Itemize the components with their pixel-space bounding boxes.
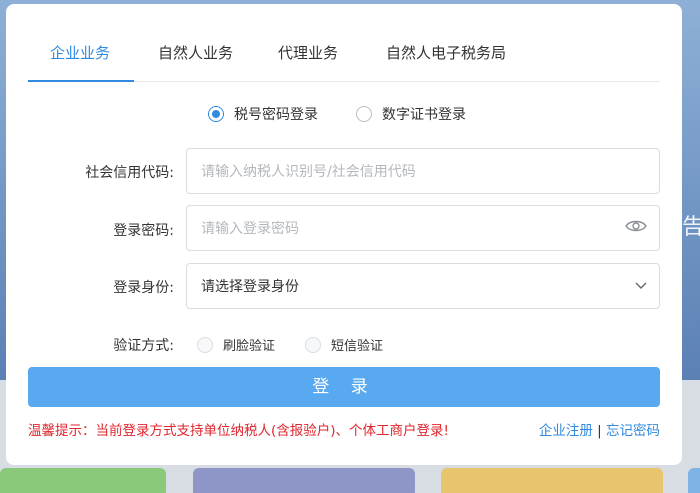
chevron-down-icon[interactable]: [635, 278, 647, 294]
verify-sms-label: 短信验证: [331, 339, 384, 354]
service-tile[interactable]: [441, 468, 663, 493]
radio-certificate-login[interactable]: 数字证书登录: [356, 104, 466, 124]
eye-icon[interactable]: [625, 219, 647, 237]
footer-links: 企业注册 | 忘记密码: [539, 419, 660, 439]
credit-code-label: 社会信用代码:: [85, 165, 174, 181]
register-link[interactable]: 企业注册: [539, 423, 593, 439]
verify-face-option[interactable]: 刷脸验证: [197, 335, 275, 354]
radio-password-label: 税号密码登录: [234, 107, 318, 123]
radio-certificate-label: 数字证书登录: [382, 107, 466, 123]
identity-select[interactable]: 请选择登录身份: [186, 263, 660, 309]
login-card: 企业业务 自然人业务 代理业务 自然人电子税务局 税号密码登录 数字证书登录 社…: [6, 4, 682, 465]
warm-tip: 温馨提示：当前登录方式支持单位纳税人(含报验户)、个体工商户登录!: [28, 423, 449, 439]
forgot-password-link[interactable]: 忘记密码: [606, 423, 660, 439]
active-tab-indicator: [28, 80, 134, 82]
password-placeholder: 请输入登录密码: [201, 221, 299, 237]
identity-label: 登录身份:: [113, 280, 174, 296]
verify-method-label: 验证方式:: [113, 338, 174, 354]
radio-password-login[interactable]: 税号密码登录: [208, 104, 318, 124]
password-label: 登录密码:: [113, 223, 174, 239]
tab-individual-etax[interactable]: 自然人电子税务局: [386, 30, 506, 82]
service-tile[interactable]: [0, 468, 166, 493]
radio-unchecked-icon[interactable]: [356, 106, 372, 122]
radio-unchecked-icon[interactable]: [197, 336, 213, 353]
service-tile[interactable]: [688, 468, 700, 493]
radio-checked-icon[interactable]: [208, 106, 224, 122]
service-tile[interactable]: [193, 468, 415, 493]
verify-face-label: 刷脸验证: [223, 339, 276, 354]
radio-unchecked-icon[interactable]: [305, 336, 321, 353]
tab-individual[interactable]: 自然人业务: [158, 30, 233, 82]
background-banner-text: 告: [682, 215, 700, 240]
tab-agent[interactable]: 代理业务: [278, 30, 338, 82]
credit-code-input[interactable]: 请输入纳税人识别号/社会信用代码: [186, 148, 660, 194]
login-button[interactable]: 登 录: [28, 367, 660, 407]
password-input[interactable]: 请输入登录密码: [186, 205, 660, 251]
tab-enterprise[interactable]: 企业业务: [50, 30, 110, 82]
verify-sms-option[interactable]: 短信验证: [305, 335, 383, 354]
credit-code-placeholder: 请输入纳税人识别号/社会信用代码: [201, 164, 416, 180]
link-separator: |: [597, 423, 602, 439]
identity-select-value: 请选择登录身份: [201, 279, 299, 295]
login-tabs: 企业业务 自然人业务 代理业务 自然人电子税务局: [28, 30, 660, 82]
